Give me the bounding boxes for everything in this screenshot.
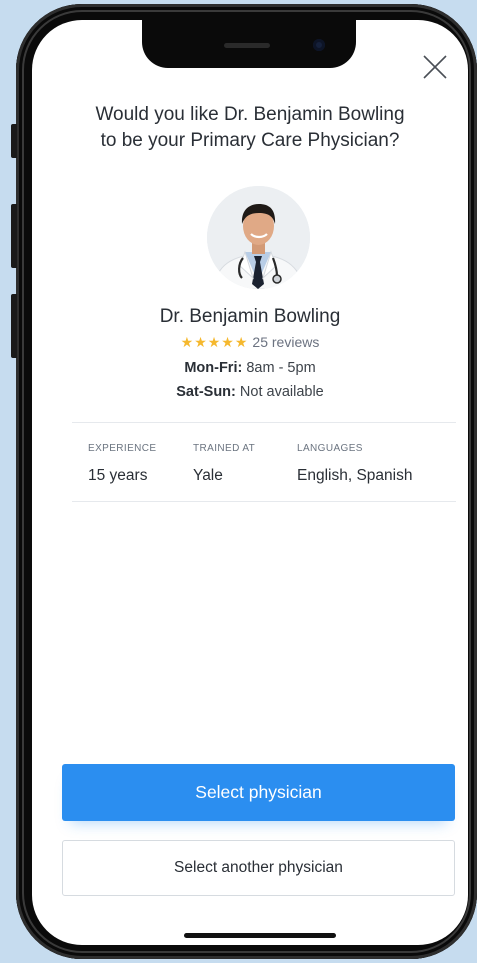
question-line-1: Would you like Dr. Benjamin Bowling [95, 104, 405, 125]
select-physician-button[interactable]: Select physician [62, 764, 455, 821]
home-indicator[interactable] [184, 933, 336, 938]
modal-question: Would you like Dr. Benjamin Bowling to b… [32, 102, 468, 154]
doctor-name: Dr. Benjamin Bowling [159, 306, 341, 327]
mute-switch [11, 124, 17, 158]
divider-bottom [72, 501, 456, 502]
question-line-2: to be your Primary Care Physician? [100, 130, 400, 151]
select-another-physician-button[interactable]: Select another physician [62, 840, 455, 896]
stat-label: EXPERIENCE [88, 443, 157, 454]
weekend-label: Sat-Sun: [176, 384, 236, 400]
weekend-hours: Sat-Sun: Not available [32, 384, 468, 400]
stat-label: LANGUAGES [297, 443, 363, 454]
weekday-hours-value: 8am - 5pm [246, 360, 316, 376]
divider-top [72, 422, 456, 423]
stat-value: Yale [193, 467, 223, 484]
app-screen: Would you like Dr. Benjamin Bowling to b… [32, 20, 468, 945]
volume-down-button [11, 294, 17, 358]
front-camera [313, 39, 325, 51]
stat-value: English, Spanish [297, 467, 413, 484]
stat-value: 15 years [88, 467, 148, 484]
speaker [224, 43, 270, 48]
doctor-rating: ★★★★★ 25 reviews [32, 334, 468, 351]
stat-trained-at: TRAINED AT Yale [193, 443, 255, 485]
notch [142, 20, 356, 68]
stat-label: TRAINED AT [193, 443, 256, 454]
volume-up-button [11, 204, 17, 268]
weekend-hours-value: Not available [239, 384, 324, 400]
stat-experience: EXPERIENCE 15 years [88, 443, 156, 485]
close-icon[interactable] [422, 54, 448, 80]
weekday-label: Mon-Fri: [184, 360, 243, 376]
weekday-hours: Mon-Fri: 8am - 5pm [32, 360, 468, 376]
doctor-avatar [207, 186, 310, 289]
stat-languages: LANGUAGES English, Spanish [297, 443, 412, 485]
star-rating-icons: ★★★★★ [180, 334, 249, 350]
reviews-count[interactable]: 25 reviews [252, 334, 319, 350]
